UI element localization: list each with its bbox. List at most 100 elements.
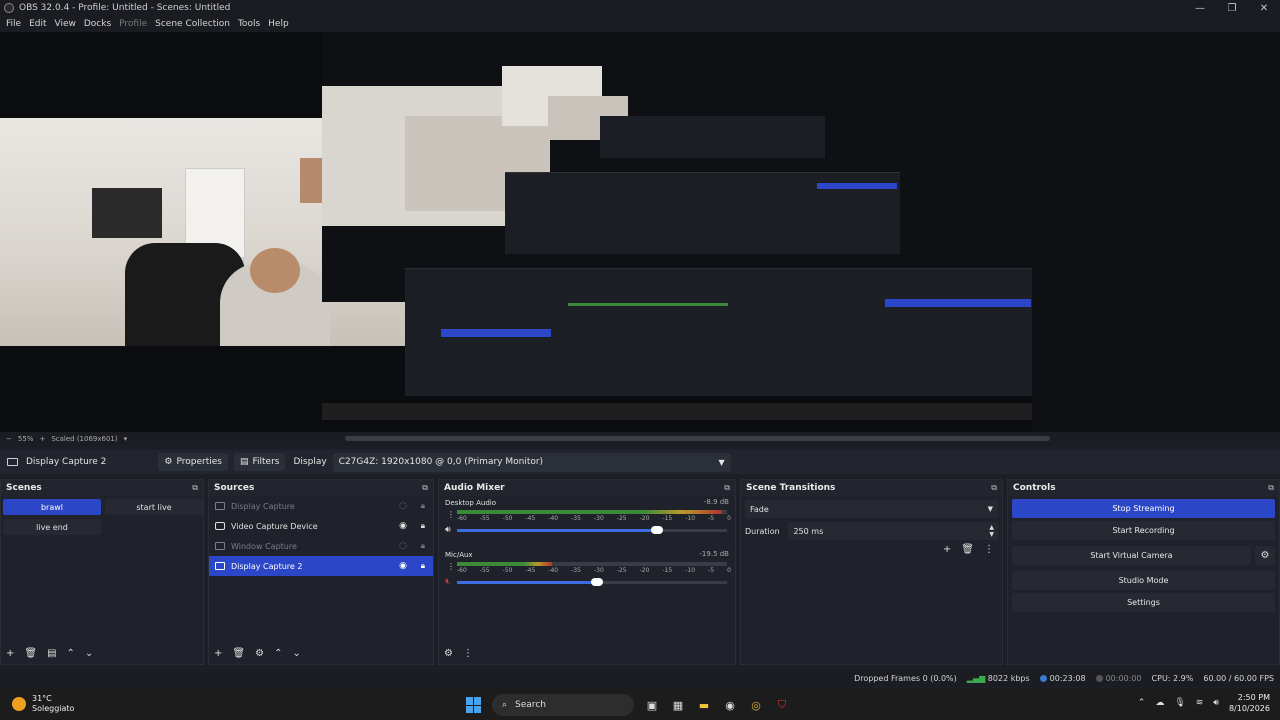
filter-icon: ▤ [239, 457, 249, 467]
meter-tick-label: -60 [457, 515, 467, 522]
volume-fader[interactable] [457, 578, 727, 586]
weather-widget[interactable]: 31°C Soleggiato [12, 694, 74, 714]
start-virtual-camera-button[interactable]: Start Virtual Camera [1012, 546, 1251, 565]
source-display-capture[interactable]: Display Capture ◌ 🔒︎ [209, 496, 433, 516]
more-icon[interactable]: ⋮ [463, 648, 473, 659]
chevron-up-icon[interactable]: ⌃ [274, 648, 282, 659]
menu-file[interactable]: File [2, 19, 25, 29]
speaker-icon[interactable]: 🔊︎ [445, 525, 451, 535]
lock-icon[interactable]: 🔒︎ [421, 561, 425, 571]
preview-scrollbar[interactable] [345, 436, 1050, 441]
fader-knob[interactable] [650, 526, 663, 534]
speaker-muted-icon[interactable]: 🔇︎ [445, 577, 451, 587]
menu-help[interactable]: Help [264, 19, 293, 29]
scene-live-end[interactable]: live end [3, 519, 101, 535]
menu-edit[interactable]: Edit [25, 19, 50, 29]
spin-arrows-icon[interactable]: ▲ ▼ [989, 524, 994, 538]
menu-profile[interactable]: Profile [115, 19, 151, 29]
properties-button[interactable]: ⚙ Properties [158, 453, 228, 471]
menu-view[interactable]: View [51, 19, 80, 29]
meter-tick-label: 0 [727, 515, 731, 522]
scaling-label[interactable]: Scaled (1069x601) [51, 435, 117, 443]
undock-icon[interactable]: ⧉ [1268, 483, 1274, 493]
system-clock[interactable]: 2:50 PM 8/10/2026 [1229, 692, 1270, 714]
add-icon[interactable]: + [214, 648, 222, 659]
meter-tick-label: -5 [708, 567, 715, 574]
scene-brawl[interactable]: brawl [3, 499, 101, 515]
chevron-up-icon[interactable]: ⌃ [1138, 698, 1146, 708]
display-select[interactable]: C27G4Z: 1920x1080 @ 0,0 (Primary Monitor… [332, 452, 731, 472]
microphone-icon[interactable]: 🎙︎ [1174, 698, 1185, 708]
meter-tick-label: -15 [662, 567, 673, 574]
studio-mode-button[interactable]: Studio Mode [1012, 571, 1275, 590]
preview-canvas[interactable] [0, 32, 1280, 432]
gear-icon[interactable]: ⚙ [255, 648, 264, 659]
task-view-icon[interactable]: ▣ [644, 697, 660, 713]
temperature: 31°C [32, 694, 52, 703]
controls-title: Controls [1013, 483, 1056, 493]
eye-hidden-icon[interactable]: ◌ [399, 541, 407, 551]
filter-icon[interactable]: ▤ [47, 648, 56, 659]
meter-tick-label: -25 [616, 515, 627, 522]
undock-icon[interactable]: ⧉ [991, 483, 997, 493]
undock-icon[interactable]: ⧉ [422, 483, 428, 493]
wifi-icon[interactable]: ≋ [1196, 698, 1204, 708]
eye-hidden-icon[interactable]: ◌ [399, 501, 407, 511]
cloud-icon[interactable]: ☁ [1155, 698, 1164, 708]
stream-time-status: 00:23:08 [1039, 674, 1086, 683]
more-icon[interactable]: ⋮ [447, 510, 455, 519]
lock-icon[interactable]: 🔒︎ [421, 521, 425, 531]
add-icon[interactable]: + [943, 544, 951, 555]
lock-icon[interactable]: 🔒︎ [421, 501, 425, 511]
channel-db: -19.5 dB [699, 550, 729, 558]
more-icon[interactable]: ⋮ [447, 562, 455, 571]
trash-icon[interactable]: 🗑 [24, 648, 37, 659]
chevron-down-icon[interactable]: ⌄ [85, 648, 93, 659]
menu-docks[interactable]: Docks [80, 19, 115, 29]
file-explorer-icon[interactable]: ▬ [696, 697, 712, 713]
zoom-out-icon[interactable]: − [6, 435, 12, 443]
nested-obs-docks [405, 268, 1033, 396]
more-icon[interactable]: ⋮ [984, 544, 994, 555]
minimize-icon[interactable]: — [1184, 0, 1216, 16]
volume-icon[interactable]: 🔊︎ [1213, 698, 1219, 708]
menu-scene-collection[interactable]: Scene Collection [151, 19, 234, 29]
stop-streaming-button[interactable]: Stop Streaming [1012, 499, 1275, 518]
menu-tools[interactable]: Tools [234, 19, 264, 29]
transition-select-value: Fade [750, 504, 769, 514]
taskbar-search[interactable]: ⌕ Search [492, 694, 634, 716]
close-icon[interactable]: ✕ [1248, 0, 1280, 16]
scene-start-live[interactable]: start live [105, 499, 203, 515]
chevron-down-icon[interactable]: ▾ [124, 435, 128, 443]
undock-icon[interactable]: ⧉ [724, 483, 730, 493]
obs-taskbar-icon[interactable]: ◉ [722, 697, 738, 713]
chevron-up-icon[interactable]: ⌃ [67, 648, 75, 659]
filters-button[interactable]: ▤ Filters [233, 453, 286, 471]
gear-icon[interactable]: ⚙ [1255, 546, 1275, 565]
eye-icon[interactable]: ◉ [399, 521, 407, 531]
chrome-icon[interactable]: ◎ [748, 697, 764, 713]
settings-button[interactable]: Settings [1012, 593, 1275, 612]
trash-icon[interactable]: 🗑 [961, 544, 974, 555]
volume-fader[interactable] [457, 526, 727, 534]
trash-icon[interactable]: 🗑 [232, 648, 245, 659]
source-display-capture-2[interactable]: Display Capture 2 ◉ 🔒︎ [209, 556, 433, 576]
eye-icon[interactable]: ◉ [399, 561, 407, 571]
chevron-down-icon[interactable]: ⌄ [292, 648, 300, 659]
store-icon[interactable]: ▦ [670, 697, 686, 713]
undock-icon[interactable]: ⧉ [192, 483, 198, 493]
source-video-capture-device[interactable]: Video Capture Device ◉ 🔒︎ [209, 516, 433, 536]
gear-icon[interactable]: ⚙ [444, 648, 453, 659]
controls-dock: Controls ⧉ Stop Streaming Start Recordin… [1007, 479, 1280, 665]
lock-icon[interactable]: 🔒︎ [421, 541, 425, 551]
start-recording-button[interactable]: Start Recording [1012, 521, 1275, 540]
zoom-in-icon[interactable]: + [39, 435, 45, 443]
source-window-capture[interactable]: Window Capture ◌ 🔒︎ [209, 536, 433, 556]
windows-start-icon[interactable] [466, 697, 482, 713]
transition-select[interactable]: Fade ▼ [745, 500, 998, 518]
shield-icon[interactable]: ⛉ [774, 697, 790, 713]
duration-spinbox[interactable]: 250 ms ▲ ▼ [788, 522, 998, 540]
add-icon[interactable]: + [6, 648, 14, 659]
maximize-icon[interactable]: ❐ [1216, 0, 1248, 16]
fader-knob[interactable] [591, 578, 604, 586]
